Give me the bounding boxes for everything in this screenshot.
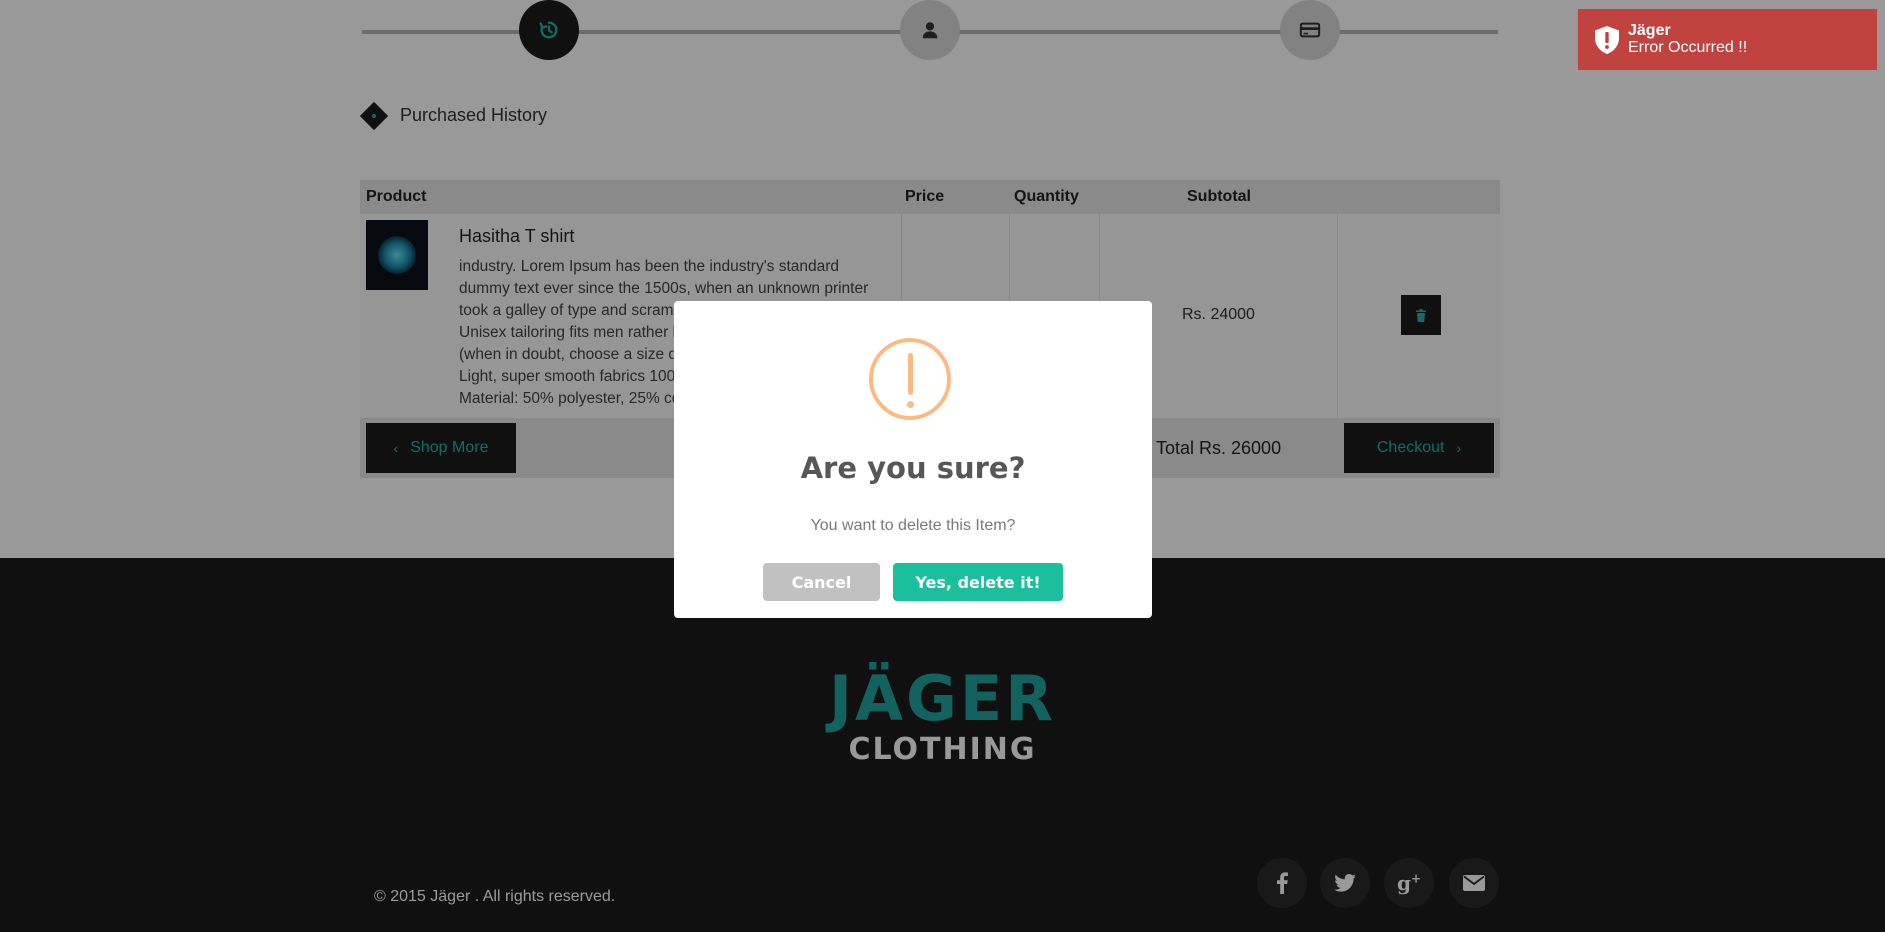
page: Purchased History Product Price Quantity…: [0, 0, 1885, 932]
dialog-text: You want to delete this Item?: [810, 517, 1016, 534]
shield-alert-icon: [1595, 26, 1619, 54]
toast-title: Jäger: [1628, 22, 1671, 39]
cancel-button[interactable]: Cancel: [763, 563, 880, 601]
dialog-title: Are you sure?: [800, 451, 1026, 485]
error-toast[interactable]: Jäger Error Occurred !!: [1578, 9, 1877, 70]
confirm-delete-button[interactable]: Yes, delete it!: [893, 563, 1063, 601]
confirm-dialog: Are you sure? You want to delete this It…: [674, 301, 1152, 618]
toast-message: Error Occurred !!: [1628, 39, 1748, 56]
warning-icon: [869, 338, 951, 420]
